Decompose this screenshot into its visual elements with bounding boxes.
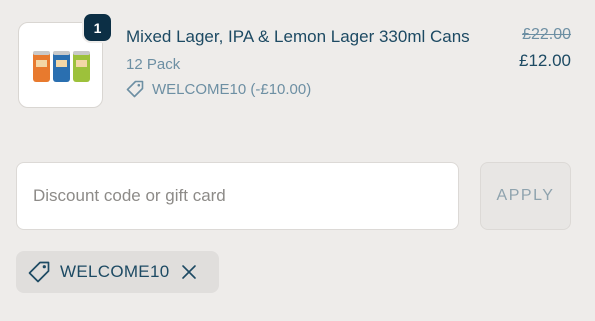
current-price: £12.00 — [519, 51, 571, 70]
apply-button[interactable]: APPLY — [480, 162, 571, 230]
discount-code-input[interactable] — [16, 162, 459, 230]
applied-discount-code: WELCOME10 — [60, 262, 170, 281]
cart-line-item: 1 Mixed Lager, IPA & Lemon Lager 330ml C… — [16, 14, 579, 142]
discount-form: APPLY — [16, 162, 572, 232]
beer-cans-image — [33, 51, 90, 82]
product-variant: 12 Pack — [126, 56, 181, 73]
product-name: Mixed Lager, IPA & Lemon Lager 330ml Can… — [126, 27, 470, 46]
line-discount-label: WELCOME10 (-£10.00) — [152, 80, 312, 98]
applied-discount-tag: WELCOME10 — [16, 251, 219, 293]
tag-icon — [126, 80, 144, 98]
close-icon[interactable] — [181, 264, 197, 280]
price-block: £22.00 £12.00 — [519, 25, 571, 71]
line-discount: WELCOME10 (-£10.00) — [126, 80, 476, 98]
tag-icon — [27, 260, 51, 284]
quantity-badge: 1 — [84, 14, 111, 41]
original-price: £22.00 — [522, 26, 571, 43]
product-info: Mixed Lager, IPA & Lemon Lager 330ml Can… — [126, 22, 476, 98]
